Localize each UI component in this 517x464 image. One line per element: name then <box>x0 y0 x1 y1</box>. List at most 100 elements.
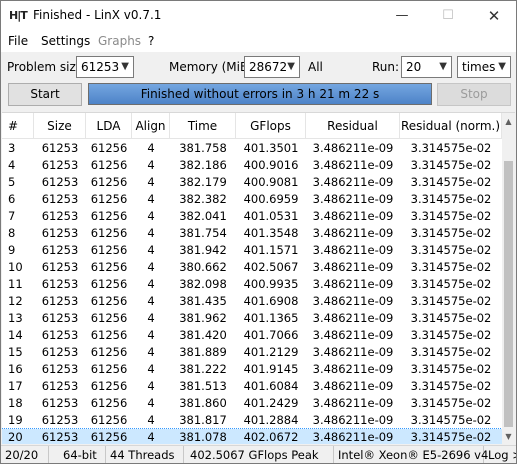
cell-align: 4 <box>147 141 155 155</box>
cell-align: 4 <box>147 209 155 223</box>
cell-size: 61253 <box>41 311 79 325</box>
cell-residual-norm: 3.314575e-02 <box>410 243 492 257</box>
menu-help[interactable]: ? <box>148 34 154 48</box>
cell-time: 381.513 <box>179 379 227 393</box>
run-unit-combo[interactable]: times ▼ <box>457 56 511 78</box>
header-col-gflops[interactable]: GFlops <box>236 113 306 139</box>
cell-residual: 3.486211e-09 <box>312 430 394 444</box>
menu-graphs[interactable]: Graphs <box>98 34 141 48</box>
cell-index: 4 <box>8 158 16 172</box>
header-col-residual-norm[interactable]: Residual (norm.) <box>400 113 502 139</box>
cell-size: 61253 <box>41 260 79 274</box>
table-row[interactable]: 16 61253 61256 4 381.222 401.9145 3.486211e-09… <box>2 361 502 378</box>
cell-align: 4 <box>147 277 155 291</box>
cell-time: 382.186 <box>179 158 227 172</box>
cell-time: 381.758 <box>179 141 227 155</box>
cell-lda: 61256 <box>90 396 128 410</box>
cell-lda: 61256 <box>90 277 128 291</box>
table-row[interactable]: 9 61253 61256 4 381.942 401.1571 3.486211e-09 3… <box>2 242 502 259</box>
header-col-align[interactable]: Align <box>132 113 170 139</box>
table-row[interactable]: 6 61253 61256 4 382.382 400.6959 3.486211e-09 3… <box>2 191 502 208</box>
cell-residual-norm: 3.314575e-02 <box>410 192 492 206</box>
cell-size: 61253 <box>41 226 79 240</box>
header-col-lda[interactable]: LDA <box>86 113 132 139</box>
memory-all-label[interactable]: All <box>308 60 323 74</box>
memory-combo[interactable]: 28672 ▼ <box>244 56 300 78</box>
progress-text: Finished without errors in 3 h 21 m 22 s <box>140 87 380 101</box>
cell-lda: 61256 <box>90 243 128 257</box>
cell-index: 18 <box>8 396 23 410</box>
table-row[interactable]: 4 61253 61256 4 382.186 400.9016 3.486211e-09 3… <box>2 157 502 174</box>
cell-lda: 61256 <box>90 362 128 376</box>
minimize-icon[interactable]: — <box>379 1 425 31</box>
status-progress: 20/20 <box>1 446 49 463</box>
table-header: # Size LDA Align Time GFlops Residual Residual … <box>2 113 502 139</box>
maximize-icon[interactable]: ☐ <box>425 1 471 31</box>
table-row[interactable]: 12 61253 61256 4 381.435 401.6908 3.486211e-09… <box>2 293 502 310</box>
cell-gflops: 401.9145 <box>243 362 299 376</box>
cell-size: 61253 <box>41 379 79 393</box>
problem-size-combo[interactable]: 61253 ▼ <box>76 56 134 78</box>
cell-residual-norm: 3.314575e-02 <box>410 175 492 189</box>
cell-lda: 61256 <box>90 260 128 274</box>
cell-lda: 61256 <box>90 209 128 223</box>
table-row[interactable]: 7 61253 61256 4 382.041 401.0531 3.486211e-09 3… <box>2 208 502 225</box>
header-col-time[interactable]: Time <box>170 113 236 139</box>
results-table[interactable]: # Size LDA Align Time GFlops Residual Residual … <box>2 112 515 444</box>
scroll-thumb[interactable] <box>504 161 513 427</box>
cell-size: 61253 <box>41 192 79 206</box>
cell-residual-norm: 3.314575e-02 <box>410 294 492 308</box>
cell-residual: 3.486211e-09 <box>312 192 394 206</box>
table-row[interactable]: 17 61253 61256 4 381.513 401.6084 3.486211e-09… <box>2 378 502 395</box>
scroll-down-icon[interactable]: ▼ <box>502 428 515 444</box>
cell-residual-norm: 3.314575e-02 <box>410 277 492 291</box>
close-icon[interactable]: ✕ <box>471 1 516 31</box>
table-row[interactable]: 13 61253 61256 4 381.962 401.1365 3.486211e-09… <box>2 310 502 327</box>
cell-index: 3 <box>8 141 16 155</box>
cell-time: 381.222 <box>179 362 227 376</box>
cell-time: 381.962 <box>179 311 227 325</box>
table-row[interactable]: 18 61253 61256 4 381.860 401.2429 3.486211e-09… <box>2 395 502 412</box>
cell-residual-norm: 3.314575e-02 <box>410 141 492 155</box>
start-button[interactable]: Start <box>8 83 82 106</box>
header-col-residual[interactable]: Residual <box>306 113 400 139</box>
cell-lda: 61256 <box>90 226 128 240</box>
cell-gflops: 401.3501 <box>243 141 299 155</box>
cell-time: 380.662 <box>179 260 227 274</box>
cell-index: 14 <box>8 328 23 342</box>
table-row[interactable]: 10 61253 61256 4 380.662 402.5067 3.486211e-09… <box>2 259 502 276</box>
log-button[interactable]: Log > <box>484 446 516 463</box>
cell-residual-norm: 3.314575e-02 <box>410 430 492 444</box>
cell-size: 61253 <box>41 396 79 410</box>
cell-index: 11 <box>8 277 23 291</box>
table-row[interactable]: 15 61253 61256 4 381.889 401.2129 3.486211e-09… <box>2 344 502 361</box>
vertical-scrollbar[interactable]: ▲ ▼ <box>502 113 515 444</box>
table-row[interactable]: 3 61253 61256 4 381.758 401.3501 3.486211e-09 3… <box>2 140 502 157</box>
cell-residual-norm: 3.314575e-02 <box>410 345 492 359</box>
cell-lda: 61256 <box>90 345 128 359</box>
menu-file[interactable]: File <box>8 34 28 48</box>
table-row[interactable]: 8 61253 61256 4 381.754 401.3548 3.486211e-09 3… <box>2 225 502 242</box>
table-row[interactable]: 19 61253 61256 4 381.817 401.2884 3.486211e-09… <box>2 412 502 429</box>
header-col-size[interactable]: Size <box>34 113 86 139</box>
stop-button[interactable]: Stop <box>437 83 511 106</box>
cell-residual: 3.486211e-09 <box>312 311 394 325</box>
cell-time: 381.860 <box>179 396 227 410</box>
menu-settings[interactable]: Settings <box>41 34 90 48</box>
cell-time: 381.078 <box>179 430 227 444</box>
title-bar[interactable]: H|T Finished - LinX v0.7.1 — ☐ ✕ <box>1 1 516 31</box>
run-combo[interactable]: 20 ▼ <box>401 56 452 78</box>
scroll-up-icon[interactable]: ▲ <box>502 113 515 130</box>
table-row[interactable]: 14 61253 61256 4 381.420 401.7066 3.486211e-09… <box>2 327 502 344</box>
cell-align: 4 <box>147 413 155 427</box>
cell-gflops: 401.0531 <box>243 209 299 223</box>
table-row[interactable]: 20 61253 61256 4 381.078 402.0672 3.486211e-09… <box>2 428 503 444</box>
cell-size: 61253 <box>41 294 79 308</box>
header-col-index[interactable]: # <box>2 113 34 139</box>
cell-gflops: 401.2884 <box>243 413 299 427</box>
table-row[interactable]: 11 61253 61256 4 382.098 400.9935 3.486211e-09… <box>2 276 502 293</box>
table-row[interactable]: 5 61253 61256 4 382.179 400.9081 3.486211e-09 3… <box>2 174 502 191</box>
cell-lda: 61256 <box>90 379 128 393</box>
cell-align: 4 <box>147 192 155 206</box>
cell-align: 4 <box>147 294 155 308</box>
